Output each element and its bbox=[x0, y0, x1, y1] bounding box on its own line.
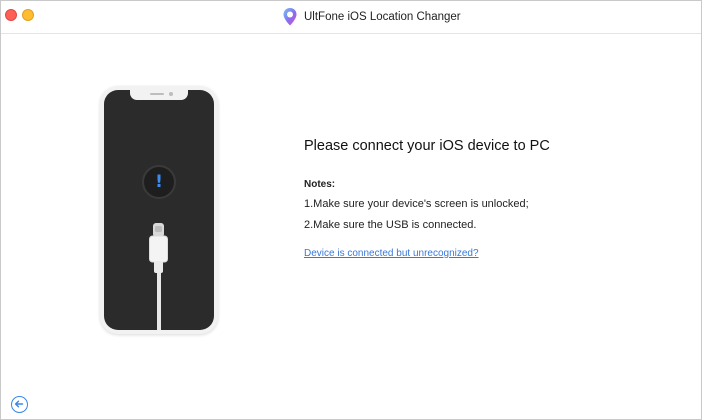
front-camera bbox=[169, 92, 173, 96]
note-item-usb: 2.Make sure the USB is connected. bbox=[304, 219, 477, 231]
app-window: UltFone iOS Location Changer ! Please co… bbox=[0, 0, 702, 420]
device-unrecognized-link[interactable]: Device is connected but unrecognized? bbox=[304, 248, 479, 259]
page-heading: Please connect your iOS device to PC bbox=[304, 138, 550, 154]
back-button[interactable] bbox=[11, 396, 28, 413]
exclamation-mark: ! bbox=[155, 172, 163, 192]
title-group: UltFone iOS Location Changer bbox=[282, 7, 461, 27]
minimize-button[interactable] bbox=[22, 9, 34, 21]
phone-illustration: ! bbox=[100, 86, 218, 334]
speaker-grille bbox=[150, 93, 164, 95]
note-item-unlock: 1.Make sure your device's screen is unlo… bbox=[304, 198, 529, 210]
notes-label: Notes: bbox=[304, 179, 336, 190]
map-pin-logo-icon bbox=[283, 8, 297, 26]
arrow-left-icon bbox=[14, 400, 24, 408]
phone-screen: ! bbox=[104, 90, 214, 330]
usb-cable bbox=[157, 273, 161, 330]
usb-plug-icon bbox=[149, 223, 168, 273]
title-bar: UltFone iOS Location Changer bbox=[1, 1, 701, 34]
phone-notch bbox=[130, 90, 188, 100]
window-title: UltFone iOS Location Changer bbox=[304, 11, 461, 23]
exclamation-icon: ! bbox=[142, 165, 176, 199]
close-button[interactable] bbox=[5, 9, 17, 21]
